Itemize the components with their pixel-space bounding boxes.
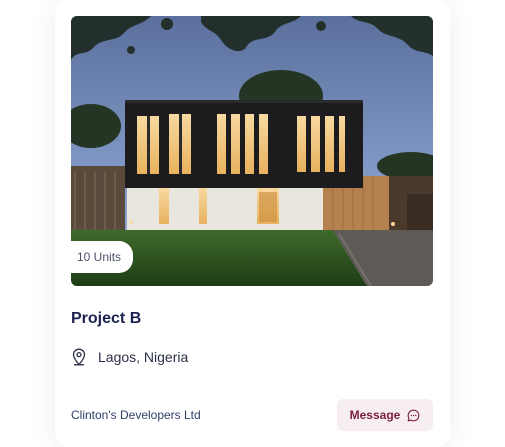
units-badge: 10 Units: [71, 241, 134, 273]
project-location: Lagos, Nigeria: [71, 348, 188, 366]
project-photo[interactable]: 10 Units: [71, 16, 433, 286]
location-text: Lagos, Nigeria: [98, 349, 189, 365]
chat-bubble-icon: [407, 409, 420, 422]
project-title[interactable]: Project B: [71, 310, 141, 328]
project-card[interactable]: 10 Units Project B Lagos, Nigeria Clinto…: [55, 0, 450, 447]
message-button-label: Message: [349, 408, 401, 422]
developer-name: Clinton's Developers Ltd: [71, 408, 201, 422]
map-pin-icon: [71, 348, 87, 366]
message-button[interactable]: Message: [337, 399, 433, 431]
